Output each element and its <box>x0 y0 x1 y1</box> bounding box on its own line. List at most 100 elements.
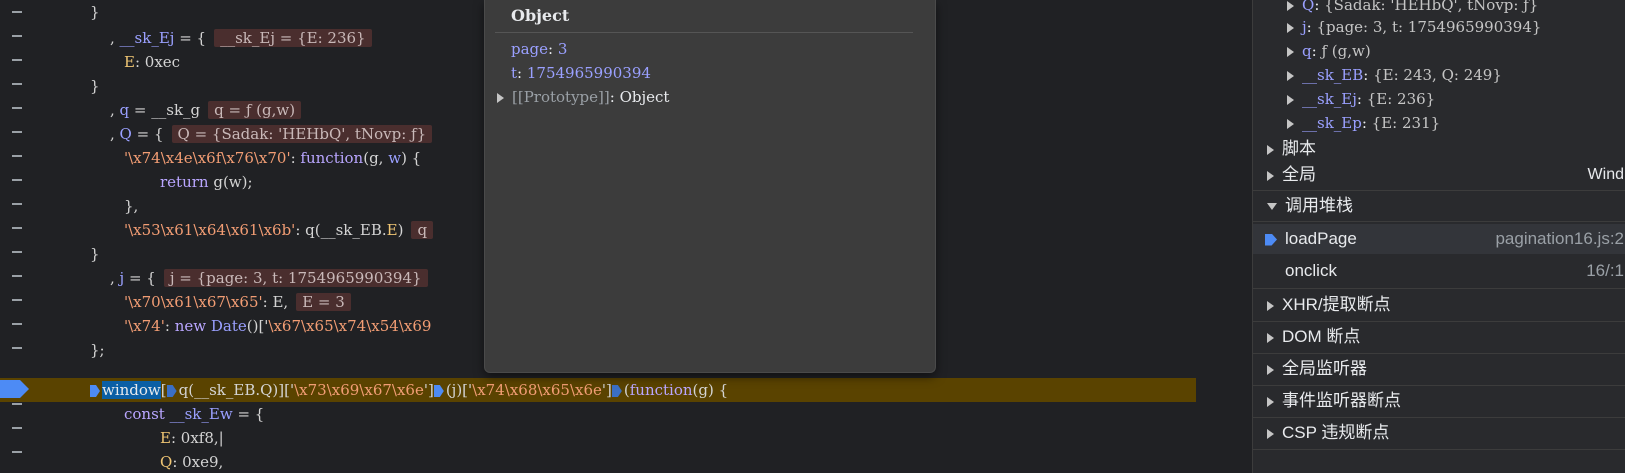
code-text: }; <box>90 338 105 362</box>
expand-triangle-icon[interactable] <box>1287 71 1294 81</box>
expand-triangle-icon <box>1267 144 1274 155</box>
code-token: E <box>386 221 398 239</box>
current-frame-arrow-icon <box>1265 233 1277 246</box>
code-text: '\x74\x4e\x6f\x76\x70': function(g, w) { <box>124 146 421 170</box>
divider <box>1253 449 1625 450</box>
inline-value-annotation: __sk_Ej = {E: 236} <box>214 29 372 47</box>
section-dom-breakpoints[interactable]: DOM 断点 <box>1253 322 1625 352</box>
code-token: = { <box>131 125 164 143</box>
popover-divider <box>495 32 913 33</box>
scope-variable-row[interactable]: __sk_EB: {E: 243, Q: 249} <box>1253 62 1625 88</box>
code-token: w <box>388 149 402 167</box>
code-token: , <box>110 29 120 47</box>
code-token: g(w); <box>208 173 253 191</box>
code-token: __sk_Ew <box>169 405 233 423</box>
section-event-listener-breakpoints[interactable]: 事件监听器断点 <box>1253 386 1625 416</box>
code-line[interactable]: const __sk_Ew = { <box>0 402 1196 426</box>
expand-triangle-icon[interactable] <box>1287 119 1294 129</box>
current-execution-line[interactable]: window[q(__sk_EB.Q)]['\x73\x69\x67\x6e']… <box>0 378 1196 402</box>
section-global-listeners[interactable]: 全局监听器 <box>1253 354 1625 384</box>
code-token: : 0xf8,| <box>170 429 224 447</box>
token: q(__sk_EB.Q) <box>178 381 279 399</box>
code-token: ) { <box>401 149 422 167</box>
code-token: = { <box>124 269 156 287</box>
callstack-header[interactable]: 调用堆栈 <box>1253 192 1625 220</box>
inline-breakpoint-icon[interactable] <box>433 385 444 397</box>
section-xhr-breakpoints[interactable]: XHR/提取断点 <box>1253 290 1625 320</box>
inline-breakpoint-icon[interactable] <box>166 385 177 397</box>
popover-prototype-row[interactable]: [[Prototype]]: Object <box>497 88 669 106</box>
inline-value-annotation: q = ƒ (g,w) <box>208 101 302 119</box>
expand-triangle-icon <box>1267 170 1274 181</box>
code-token: '\x74' <box>124 317 165 335</box>
code-token: : 0xe9, <box>172 453 224 471</box>
debugger-sidebar: Q: {Sadak: 'HEHbQ', tNovp: ƒ} j: {page: 3… <box>1252 0 1625 473</box>
expand-triangle-icon[interactable] <box>1287 1 1294 11</box>
property-key: page <box>511 40 549 58</box>
token: '] <box>601 381 612 399</box>
scope-variable-row[interactable]: __sk_Ej: {E: 236} <box>1253 86 1625 112</box>
popover-property-t[interactable]: t: 1754965990394 <box>511 64 651 82</box>
scope-variable-row[interactable]: q: ƒ (g,w) <box>1253 38 1625 64</box>
execution-pointer-icon <box>0 380 29 398</box>
separator: : <box>1361 114 1372 132</box>
code-text: , q = __sk_g q = ƒ (g,w) <box>110 98 302 122</box>
code-text: '\x70\x61\x67\x65': E, E = 3 <box>124 290 351 314</box>
separator: : <box>1314 0 1325 14</box>
code-token: E <box>124 53 135 71</box>
code-line[interactable]: Q: 0xe9, <box>0 450 1196 473</box>
popover-title: Object <box>511 6 570 25</box>
code-token: } <box>90 77 100 95</box>
code-token: }; <box>90 341 105 359</box>
code-token: '\x74\x4e\x6f\x76\x70' <box>124 149 291 167</box>
object-preview-popover: Object page: 3 t: 1754965990394 [[Protot… <box>484 0 936 373</box>
code-line[interactable]: E: 0xf8,| <box>0 426 1196 450</box>
callstack-frame-selected[interactable]: loadPage pagination16.js:2 <box>1253 224 1625 254</box>
section-label: 事件监听器断点 <box>1282 391 1401 410</box>
active-line-code: window[q(__sk_EB.Q)]['\x73\x69\x67\x6e']… <box>90 378 728 402</box>
callstack-frame[interactable]: onclick 16/:1 <box>1253 256 1625 286</box>
code-token: : <box>134 53 145 71</box>
prototype-value: Object <box>619 88 670 106</box>
expand-triangle-icon[interactable] <box>497 93 504 103</box>
collapse-triangle-icon <box>1267 203 1277 210</box>
scope-variable-value: {E: 236} <box>1366 90 1436 108</box>
code-token: q <box>119 101 130 119</box>
section-csp-breakpoints[interactable]: CSP 违规断点 <box>1253 418 1625 448</box>
scope-variable-row[interactable]: __sk_Ep: {E: 231} <box>1253 110 1625 136</box>
expand-triangle-icon[interactable] <box>1287 95 1294 105</box>
token: \x74\x68\x65\x6e <box>472 381 602 399</box>
code-text: const __sk_Ew = { <box>124 402 264 426</box>
expand-triangle-icon[interactable] <box>1287 23 1294 33</box>
scope-section-global[interactable]: 全局 Wind <box>1253 162 1625 188</box>
token-window[interactable]: window <box>102 381 161 399</box>
expand-triangle-icon[interactable] <box>1287 47 1294 57</box>
inline-breakpoint-icon[interactable] <box>90 385 100 397</box>
section-label: 脚本 <box>1282 139 1316 158</box>
property-value: 3 <box>557 40 568 58</box>
inline-breakpoint-icon[interactable] <box>611 385 622 397</box>
frame-name: loadPage <box>1285 229 1357 248</box>
code-token: } <box>90 3 100 21</box>
frame-location[interactable]: pagination16.js:2 <box>1495 224 1624 254</box>
expand-triangle-icon <box>1267 300 1274 311</box>
frame-name: onclick <box>1285 261 1337 280</box>
scope-variable-row[interactable]: j: {page: 3, t: 1754965990394} <box>1253 14 1625 40</box>
scope-variable-key: __sk_EB <box>1302 66 1364 84</box>
expand-triangle-icon <box>1267 396 1274 407</box>
code-text: , __sk_Ej = {__sk_Ej = {E: 236} <box>110 26 372 50</box>
scope-variable-value: {E: 231} <box>1371 114 1441 132</box>
token: ][' <box>278 381 295 399</box>
code-text: , Q = {Q = {Sadak: 'HEHbQ', tNovp: ƒ} <box>110 122 433 146</box>
divider <box>1253 221 1625 222</box>
code-text: } <box>90 0 100 24</box>
code-token: Date <box>210 317 247 335</box>
code-token: : <box>290 149 301 167</box>
code-text: '\x53\x61\x64\x61\x6b': q(__sk_EB.E) q <box>124 218 434 242</box>
inline-value-annotation: E = 3 <box>296 293 351 311</box>
frame-location[interactable]: 16/:1 <box>1586 256 1624 286</box>
scope-section-script[interactable]: 脚本 <box>1253 136 1625 162</box>
popover-property-page[interactable]: page: 3 <box>511 40 567 58</box>
code-token: '\x70\x61\x67\x65' <box>124 293 263 311</box>
expand-triangle-icon <box>1267 332 1274 343</box>
